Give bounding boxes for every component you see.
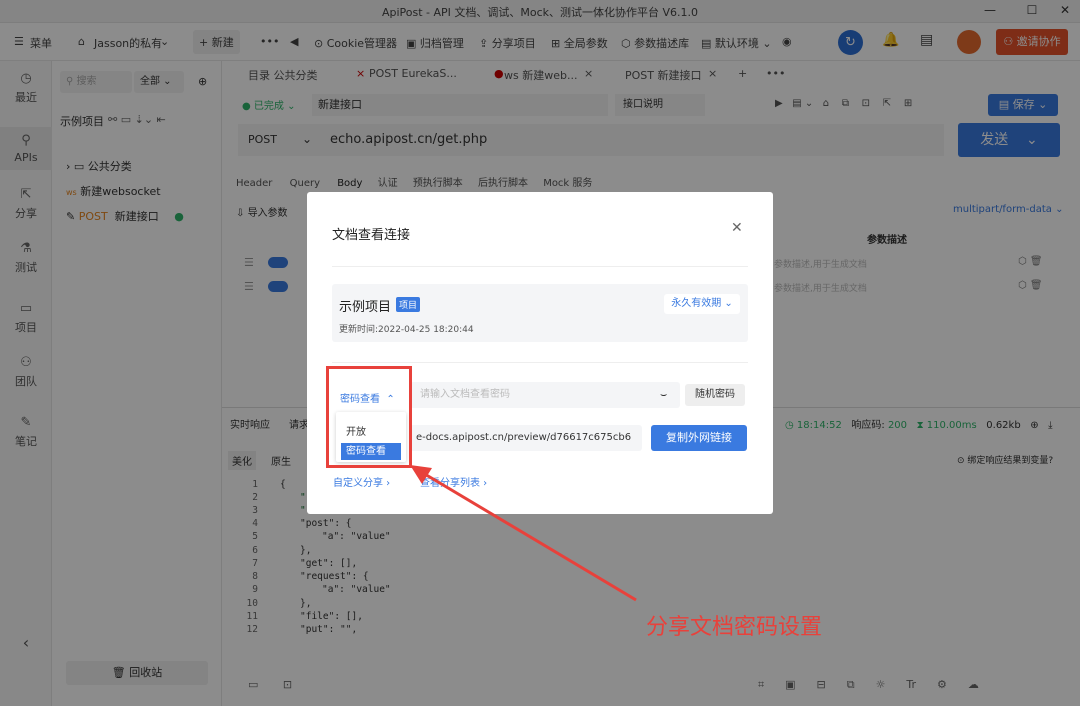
annotation-arrow (410, 465, 637, 602)
annotation-text: 分享文档密码设置 (646, 615, 823, 640)
